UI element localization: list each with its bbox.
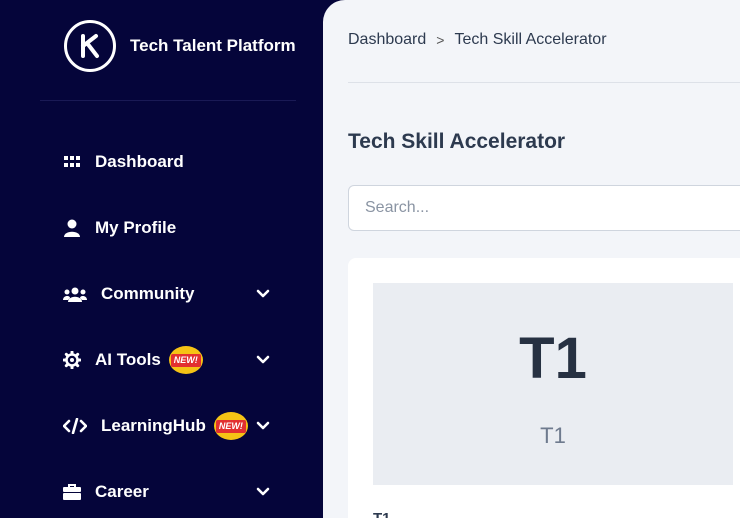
chevron-down-icon[interactable] <box>256 286 270 304</box>
users-icon <box>62 284 88 304</box>
course-card[interactable]: T1 T1 T1 ... <box>348 258 740 518</box>
briefcase-icon <box>62 482 82 502</box>
sidebar: Tech Talent Platform Dashboard My Profil… <box>0 0 330 518</box>
sidebar-item-label: Community <box>101 284 195 303</box>
sidebar-item-community[interactable]: Community <box>62 277 282 311</box>
brand-name: Tech Talent Platform <box>130 36 296 55</box>
k-logo-icon <box>64 20 116 72</box>
code-icon <box>62 416 88 436</box>
sidebar-item-ai-tools[interactable]: AI Tools NEW! <box>62 343 282 377</box>
new-badge-label: NEW! <box>170 353 201 367</box>
course-card-title[interactable]: T1 ... <box>373 510 407 518</box>
sidebar-item-my-profile[interactable]: My Profile <box>62 211 282 245</box>
sidebar-item-label: My Profile <box>95 218 177 237</box>
new-badge: NEW! <box>213 412 248 440</box>
sidebar-item-label: Career <box>95 482 149 501</box>
chevron-down-icon[interactable] <box>256 418 270 436</box>
new-badge: NEW! <box>168 346 203 374</box>
sidebar-item-label: AI Tools <box>95 350 161 369</box>
brand[interactable]: Tech Talent Platform <box>64 20 296 72</box>
sidebar-divider <box>40 100 296 101</box>
user-icon <box>62 218 82 238</box>
course-thumbnail[interactable]: T1 T1 <box>373 283 733 485</box>
grid-icon <box>62 152 82 172</box>
gear-icon <box>62 350 82 370</box>
sidebar-item-dashboard[interactable]: Dashboard <box>62 145 282 179</box>
breadcrumb: Dashboard > Tech Skill Accelerator <box>348 31 607 49</box>
chevron-down-icon[interactable] <box>256 352 270 370</box>
chevron-right-icon: > <box>436 32 445 48</box>
breadcrumb-divider <box>348 82 740 83</box>
main-content: Dashboard > Tech Skill Accelerator Tech … <box>323 0 740 518</box>
new-badge-label: NEW! <box>215 419 246 433</box>
sidebar-item-career[interactable]: Career <box>62 475 282 509</box>
page-title: Tech Skill Accelerator <box>348 130 566 153</box>
breadcrumb-current: Tech Skill Accelerator <box>454 31 607 48</box>
sidebar-item-label: LearningHub <box>101 416 206 435</box>
search-input[interactable] <box>348 185 740 231</box>
breadcrumb-home[interactable]: Dashboard <box>348 31 426 49</box>
sidebar-item-learninghub[interactable]: LearningHub NEW! <box>62 409 282 443</box>
thumbnail-title: T1 <box>519 326 587 391</box>
sidebar-item-label: Dashboard <box>95 152 184 171</box>
thumbnail-subtitle: T1 <box>540 423 566 448</box>
chevron-down-icon[interactable] <box>256 484 270 502</box>
